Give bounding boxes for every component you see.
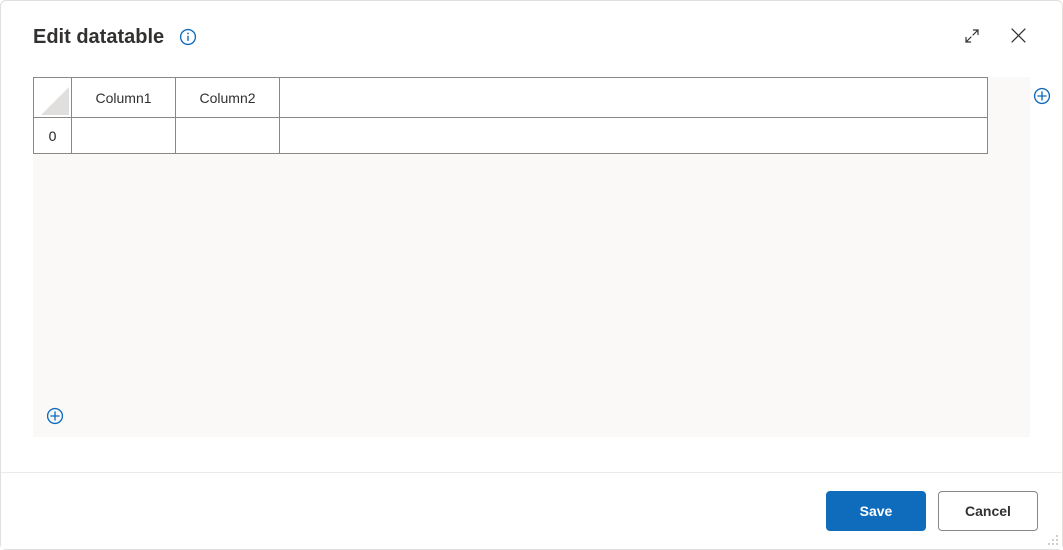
select-all-corner[interactable] bbox=[34, 78, 72, 118]
dialog-footer: Save Cancel bbox=[1, 472, 1062, 549]
plus-circle-icon bbox=[1033, 87, 1051, 108]
expand-button[interactable] bbox=[956, 21, 988, 53]
plus-circle-icon bbox=[46, 407, 64, 428]
data-cell[interactable] bbox=[280, 118, 988, 154]
expand-icon bbox=[965, 29, 979, 46]
datatable: Column1 Column2 0 bbox=[33, 77, 988, 154]
cancel-button[interactable]: Cancel bbox=[938, 491, 1038, 531]
data-cell[interactable] bbox=[176, 118, 280, 154]
datatable-editor-area: Column1 Column2 0 bbox=[33, 77, 1030, 437]
close-button[interactable] bbox=[1002, 21, 1034, 53]
resize-grip-icon[interactable] bbox=[1045, 532, 1059, 546]
info-icon[interactable] bbox=[178, 27, 198, 47]
close-icon bbox=[1011, 28, 1026, 46]
add-column-button[interactable] bbox=[1032, 87, 1052, 107]
add-row-button[interactable] bbox=[45, 407, 65, 427]
column-header-empty[interactable] bbox=[280, 78, 988, 118]
column-header[interactable]: Column1 bbox=[72, 78, 176, 118]
dialog-header: Edit datatable bbox=[1, 1, 1062, 63]
corner-triangle-icon bbox=[41, 87, 69, 115]
column-header[interactable]: Column2 bbox=[176, 78, 280, 118]
data-cell[interactable] bbox=[72, 118, 176, 154]
row-index-header[interactable]: 0 bbox=[34, 118, 72, 154]
header-row: Column1 Column2 bbox=[34, 78, 988, 118]
table-row: 0 bbox=[34, 118, 988, 154]
dialog-title: Edit datatable bbox=[33, 26, 164, 49]
save-button[interactable]: Save bbox=[826, 491, 926, 531]
table-wrap: Column1 Column2 0 bbox=[33, 77, 1030, 154]
